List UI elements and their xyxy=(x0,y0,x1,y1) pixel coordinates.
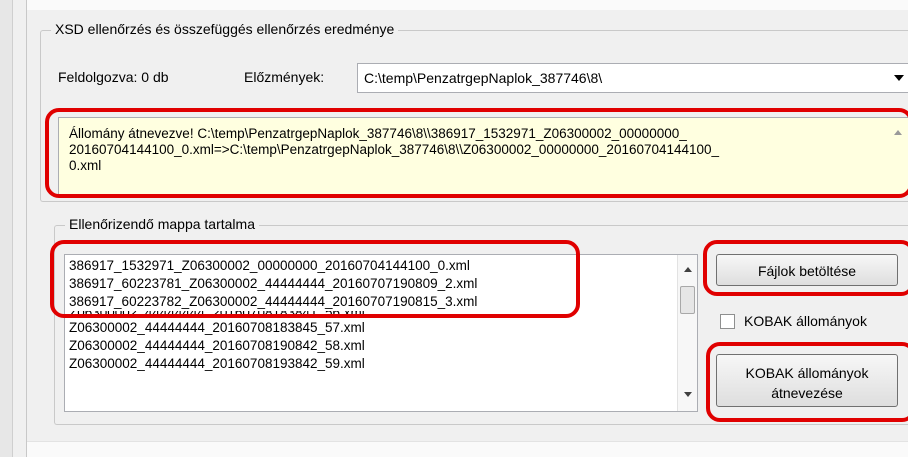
folder-content-groupbox-title: Ellenőrizendő mappa tartalma xyxy=(65,216,259,232)
kobak-files-checkbox[interactable] xyxy=(720,314,735,329)
history-combobox-value: C:\temp\PenzatrgepNaplok_387746\8\ xyxy=(364,70,603,86)
highlight-file-list xyxy=(50,240,580,318)
highlight-message-box xyxy=(45,108,908,198)
result-groupbox-title: XSD ellenőrzés és összefüggés ellenőrzés… xyxy=(51,21,399,37)
window-footer xyxy=(27,441,908,457)
arrow-up-icon[interactable] xyxy=(684,267,692,272)
highlight-rename-button xyxy=(706,342,908,422)
scrollbar-thumb[interactable] xyxy=(680,286,695,314)
top-strip xyxy=(27,0,908,10)
window-left-edge xyxy=(0,0,13,457)
arrow-down-icon[interactable] xyxy=(684,392,692,397)
file-list-item[interactable]: Z06300002_44444444_20160708193842_59.xml xyxy=(69,355,477,373)
file-list-item[interactable]: Z06300002_44444444_20160708190842_58.xml xyxy=(69,337,477,355)
processed-count-label: Feldolgozva: 0 db xyxy=(58,69,169,85)
history-label: Előzmények: xyxy=(244,69,325,85)
history-combobox[interactable]: C:\temp\PenzatrgepNaplok_387746\8\ xyxy=(357,63,908,93)
file-list-item[interactable]: Z06300002_44444444_20160708183845_57.xml xyxy=(69,319,477,337)
panel-divider xyxy=(26,0,27,457)
chevron-down-icon[interactable] xyxy=(894,75,904,81)
kobak-files-checkbox-label: KOBAK állományok xyxy=(744,313,867,329)
highlight-load-button xyxy=(703,240,908,296)
file-list-scrollbar[interactable] xyxy=(677,255,697,411)
